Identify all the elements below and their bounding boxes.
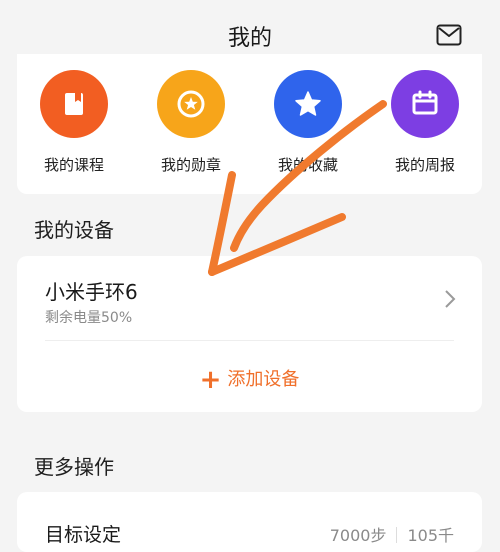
goal-setting-label[interactable]: 目标设定	[45, 520, 121, 547]
devices-section-title: 我的设备	[34, 218, 114, 242]
add-device-button[interactable]: + 添加设备	[17, 341, 482, 411]
book-icon	[40, 70, 108, 138]
plus-icon: +	[199, 365, 222, 395]
mail-icon[interactable]	[436, 24, 462, 46]
add-device-label: 添加设备	[227, 369, 300, 390]
chevron-right-icon	[444, 289, 456, 313]
report-icon	[391, 70, 459, 138]
goal-steps: 7000步	[329, 526, 387, 545]
more-card: 目标设定 7000步 105千	[17, 492, 482, 552]
shortcut-label: 我的周报	[394, 156, 455, 174]
goal-values: 7000步 105千	[330, 522, 454, 546]
medal-icon	[157, 70, 225, 138]
device-battery: 剩余电量50%	[45, 310, 133, 326]
shortcut-my-medals[interactable]: 我的勋章	[136, 70, 246, 175]
goal-calories: 105千	[407, 526, 454, 545]
shortcut-label: 我的勋章	[160, 156, 221, 174]
shortcuts-card: 我的课程 我的勋章 我的收藏 我的周报	[17, 54, 482, 194]
device-name: 小米手环6	[45, 280, 138, 304]
star-icon	[274, 70, 342, 138]
devices-card: 小米手环6 剩余电量50% + 添加设备	[17, 256, 482, 412]
page-title: 我的	[227, 26, 272, 51]
shortcut-label: 我的课程	[43, 156, 104, 174]
shortcut-my-favorites[interactable]: 我的收藏	[253, 70, 363, 175]
divider	[396, 527, 398, 543]
shortcut-my-courses[interactable]: 我的课程	[19, 70, 129, 175]
shortcut-my-weekly-report[interactable]: 我的周报	[370, 70, 480, 175]
more-section-title: 更多操作	[34, 455, 114, 479]
shortcut-label: 我的收藏	[277, 156, 338, 174]
device-item[interactable]: 小米手环6 剩余电量50%	[17, 256, 482, 340]
